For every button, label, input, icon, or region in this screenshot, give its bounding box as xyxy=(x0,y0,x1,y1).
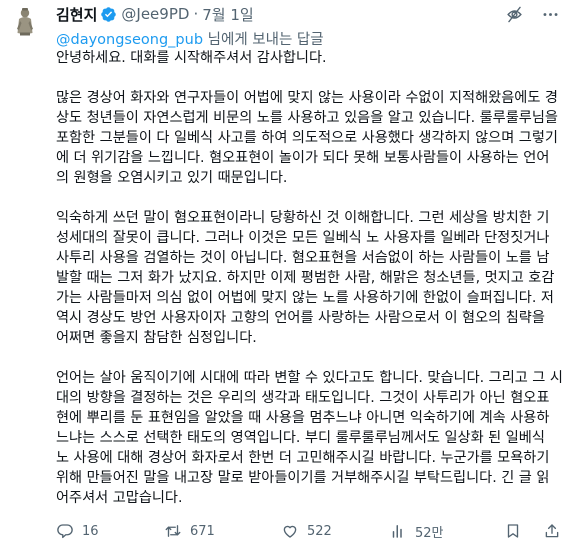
analytics-icon xyxy=(392,525,402,538)
tweet-line: 사투리 사용을 검열하는 것이 아닙니다. 혐오표현을 서슴없이 하는 사람들이… xyxy=(56,250,550,266)
tweet-line: 현에 뿌리를 둔 표현임을 알았을 때 사용을 멈추느냐 아니면 익숙하기에 계… xyxy=(56,410,550,426)
tweet-line: 익숙하게 쓰던 말이 혐오표현이라니 당황하신 것 이해합니다. 그런 세상을 … xyxy=(56,210,550,226)
comment-icon xyxy=(57,524,73,539)
tweet-line: 많은 경상어 화자와 연구자들이 어법에 맞지 않는 사용이라 수없이 지적해왔… xyxy=(56,90,558,106)
reply-mention-link[interactable]: @dayongseong_pub xyxy=(56,32,203,48)
tweet-paragraph: 언어는 살아 움직이기에 시대에 따라 변할 수 있다고도 합니다. 맞습니다.… xyxy=(56,368,568,508)
tweet-actions: 16 671 522 52만 xyxy=(56,520,568,542)
repost-button[interactable]: 671 xyxy=(164,522,215,540)
bookmark-icon xyxy=(507,524,519,538)
more-dots-icon[interactable] xyxy=(540,4,560,24)
tweet-paragraph: 많은 경상어 화자와 연구자들이 어법에 맞지 않는 사용이라 수없이 지적해왔… xyxy=(56,88,568,188)
tweet-line: 상도 청년들이 자연스럽게 비문의 노를 사용하고 있음을 알고 있습니다. 룰… xyxy=(56,110,558,126)
heart-icon xyxy=(283,525,297,538)
avatar[interactable] xyxy=(8,4,42,38)
avatar-figure-icon xyxy=(8,4,42,38)
tweet-line: 역시 경상도 방언 사용자이자 고향의 언어를 사랑하는 사람으로서 이 혐오의… xyxy=(56,310,545,326)
tweet-line: 노 사용에 대해 경상어 화자로서 한번 더 고민해주시길 바랍니다. 누군가를… xyxy=(56,450,550,466)
tweet-line: 포함한 그분들이 다 일베식 사고를 하여 의도적으로 사용했다 생각하지 않으… xyxy=(56,130,558,146)
views-button[interactable]: 52만 xyxy=(389,522,444,541)
tweet-line: 대의 방향을 결정하는 것은 우리의 생각과 태도입니다. 그것이 사투리가 아… xyxy=(56,390,550,406)
reply-button[interactable]: 16 xyxy=(56,522,99,540)
tweet-line: 에 더 위기감을 느낍니다. 혐오표현이 놀이가 되다 못해 보통사람들이 사용… xyxy=(56,150,550,166)
reply-count: 16 xyxy=(82,523,99,539)
author-name[interactable]: 김현지 xyxy=(56,4,97,25)
like-button[interactable]: 522 xyxy=(281,522,332,540)
tweet-line: 가는 사람들마저 의심 없이 어법에 맞지 않는 노를 사용하기에 한없이 슬퍼… xyxy=(56,290,554,306)
reply-context-suffix: 님에게 보내는 답글 xyxy=(203,32,324,48)
tweet-date[interactable]: 7월 1일 xyxy=(202,4,253,25)
author-handle[interactable]: @Jee9PD xyxy=(121,5,189,23)
tweet-line: 성세대의 잘못이 큽니다. 그러나 이것은 모든 일베식 노 사용자를 일베라 … xyxy=(56,230,550,246)
eye-slash-icon[interactable] xyxy=(504,4,524,24)
view-count: 52만 xyxy=(415,525,444,541)
tweet-line: 어주셔서 고맙습니다. xyxy=(56,490,183,506)
tweet-text: 안녕하세요. 대화를 시작해주셔서 감사합니다. 많은 경상어 화자와 연구자들… xyxy=(56,48,568,528)
tweet-line: 어쩌면 좋을지 참담한 심정입니다. xyxy=(56,330,257,346)
tweet-line: 발할 때는 그저 화가 났지요. 하지만 이제 평범한 사람, 해맑은 청소년들… xyxy=(56,270,555,286)
tweet-line: 안녕하세요. 대화를 시작해주셔서 감사합니다. xyxy=(56,50,327,66)
verified-badge-icon[interactable] xyxy=(100,6,117,23)
tweet-header: 김현지 @Jee9PD · 7월 1일 xyxy=(56,3,560,25)
tweet-paragraph: 익숙하게 쓰던 말이 혐오표현이라니 당황하신 것 이해합니다. 그런 세상을 … xyxy=(56,208,568,348)
tweet-line: 위해 만들어진 말을 내고장 말로 받아들이기를 거부해주시길 부탁드립니다. … xyxy=(56,470,550,486)
reply-context: @dayongseong_pub 님에게 보내는 답글 xyxy=(56,28,324,49)
tweet-paragraph: 안녕하세요. 대화를 시작해주셔서 감사합니다. xyxy=(56,48,568,68)
share-icon xyxy=(545,524,559,538)
bookmark-button[interactable] xyxy=(504,522,522,540)
repost-count: 671 xyxy=(190,523,215,539)
like-count: 522 xyxy=(307,523,332,539)
tweet-line: 의 원형을 오염시키고 있기 때문입니다. xyxy=(56,170,288,186)
tweet-line: 느냐는 스스로 선택한 태도의 영역입니다. 부디 룰루룰루님께서도 일상화 된… xyxy=(56,430,545,446)
tweet-line: 언어는 살아 움직이기에 시대에 따라 변할 수 있다고도 합니다. 맞습니다.… xyxy=(56,370,563,386)
header-separator: · xyxy=(193,5,199,23)
share-button[interactable] xyxy=(543,522,561,540)
repost-icon xyxy=(165,525,181,537)
